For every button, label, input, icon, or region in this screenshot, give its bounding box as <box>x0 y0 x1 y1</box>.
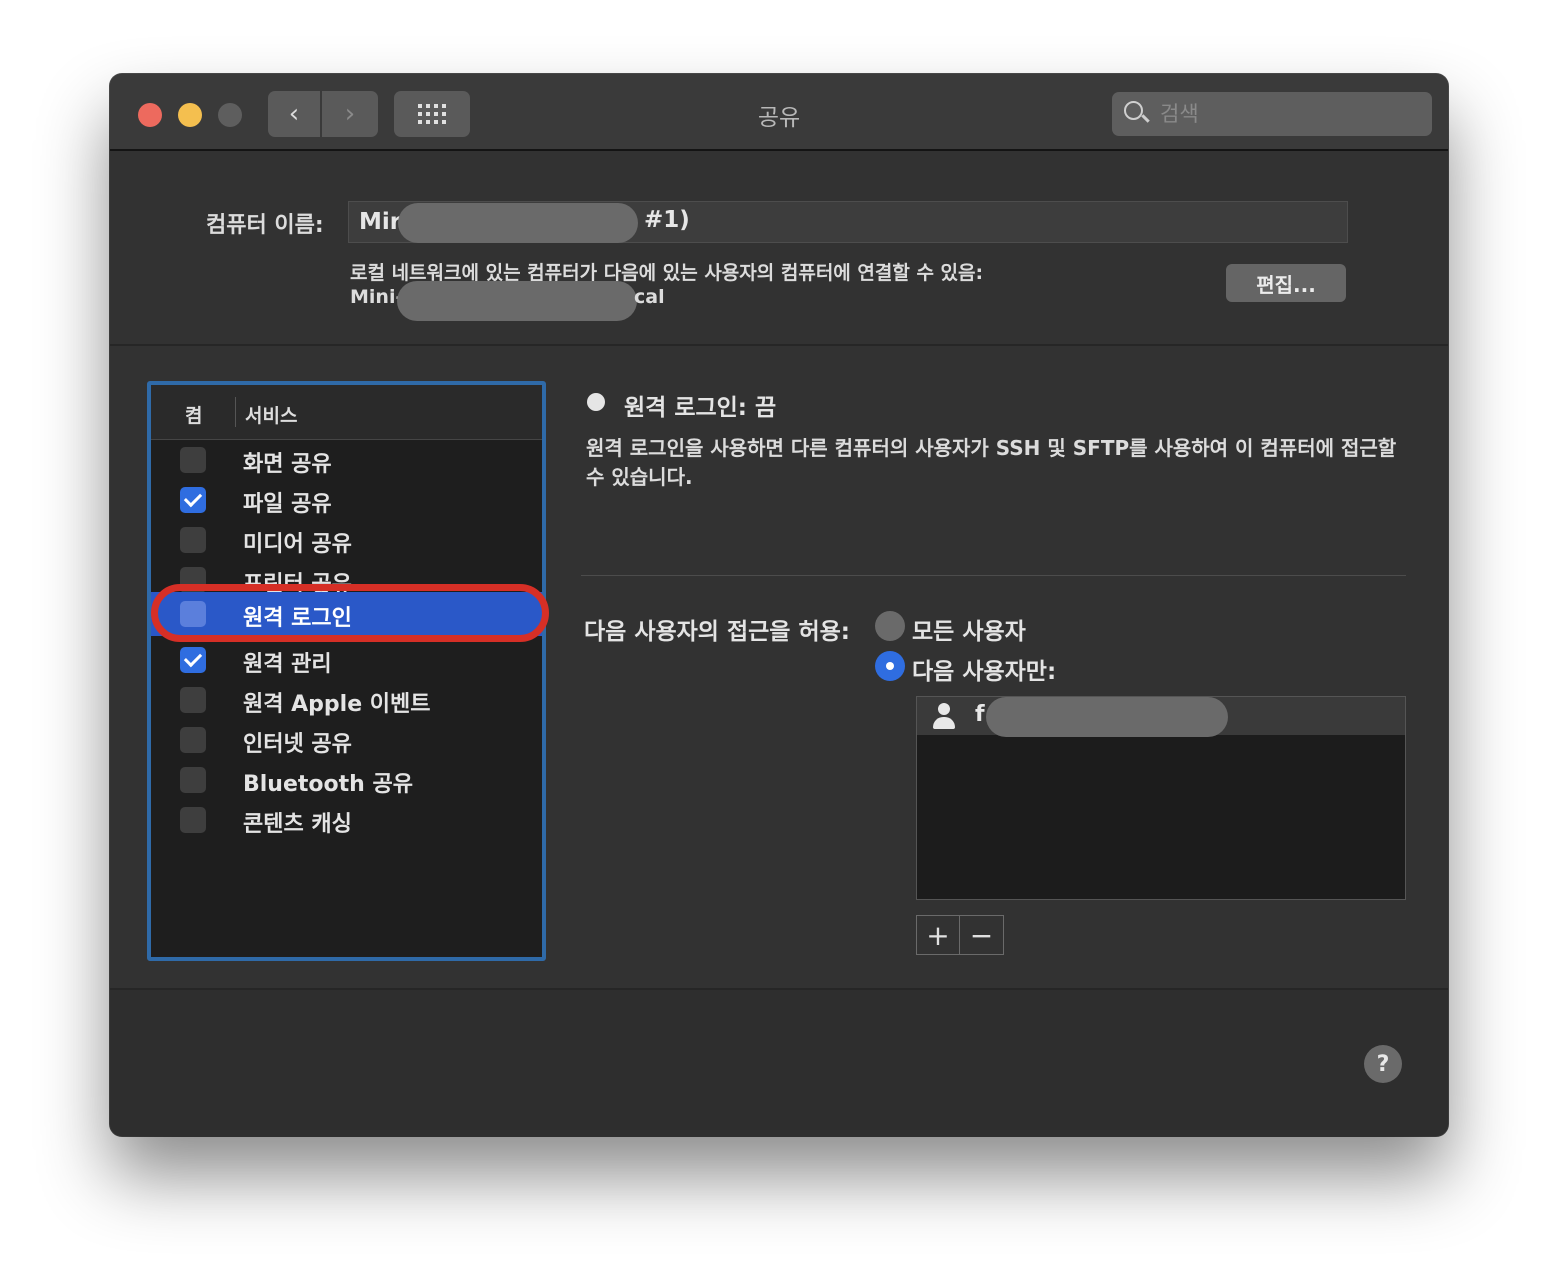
column-header-service[interactable]: 서비스 <box>245 401 297 428</box>
plus-icon: + <box>926 918 950 952</box>
column-header-on[interactable]: 켬 <box>185 401 202 428</box>
local-hostname-prefix: Mini- <box>350 286 404 308</box>
service-checkbox[interactable] <box>180 447 206 473</box>
divider <box>581 575 1406 576</box>
service-label: 원격 Apple 이벤트 <box>243 692 431 717</box>
service-checkbox[interactable] <box>180 807 206 833</box>
service-checkbox[interactable] <box>180 487 206 513</box>
service-label: 콘텐츠 캐싱 <box>243 812 352 837</box>
help-icon: ? <box>1376 1051 1390 1077</box>
service-row-bluetooth-sharing[interactable]: Bluetooth 공유 <box>151 760 542 800</box>
service-checkbox[interactable] <box>180 567 206 593</box>
minus-icon: − <box>969 918 994 952</box>
redaction-mask <box>986 697 1228 737</box>
service-row-file-sharing[interactable]: 파일 공유 <box>151 480 542 520</box>
service-label: 인터넷 공유 <box>243 732 352 757</box>
edit-button[interactable]: 편집... <box>1226 264 1346 302</box>
service-row-remote-login[interactable]: 원격 로그인 <box>151 592 542 636</box>
computer-name-label: 컴퓨터 이름: <box>206 213 324 238</box>
service-label: Bluetooth 공유 <box>243 772 413 797</box>
service-row-remote-apple-events[interactable]: 원격 Apple 이벤트 <box>151 680 542 720</box>
radio-only-these-users[interactable] <box>875 651 905 681</box>
search-icon <box>1122 99 1152 129</box>
computer-name-prefix: Mir <box>359 209 402 235</box>
user-name: f <box>975 702 985 727</box>
service-row-screen-sharing[interactable]: 화면 공유 <box>151 440 542 480</box>
radio-only-these-users-label[interactable]: 다음 사용자만: <box>912 652 1056 686</box>
service-checkbox[interactable] <box>180 727 206 753</box>
service-checkbox[interactable] <box>180 767 206 793</box>
service-label: 미디어 공유 <box>243 532 352 557</box>
service-row-content-caching[interactable]: 콘텐츠 캐싱 <box>151 800 542 840</box>
access-label: 다음 사용자의 접근을 허용: <box>584 619 850 645</box>
radio-all-users[interactable] <box>875 611 905 641</box>
search-field[interactable] <box>1112 92 1432 136</box>
search-input[interactable] <box>1158 101 1422 127</box>
remove-user-button[interactable]: − <box>960 915 1004 955</box>
service-label: 파일 공유 <box>243 492 332 517</box>
computer-name-suffix: #1) <box>644 207 690 233</box>
add-user-button[interactable]: + <box>916 915 960 955</box>
service-checkbox[interactable] <box>180 601 206 627</box>
service-checkbox[interactable] <box>180 687 206 713</box>
local-hostname-suffix: cal <box>634 286 665 308</box>
service-label: 원격 로그인 <box>243 606 352 631</box>
redaction-mask <box>398 203 638 243</box>
service-status: 원격 로그인: 끔 <box>624 395 777 421</box>
service-label: 화면 공유 <box>243 452 332 477</box>
column-divider <box>235 397 236 427</box>
service-checkbox[interactable] <box>180 647 206 673</box>
service-list[interactable]: 켬 서비스 화면 공유 파일 공유 미디어 공유 프린터 공유 원격 로그인 원… <box>147 381 546 961</box>
title-bar: ‹ › 공유 <box>110 74 1448 151</box>
service-description: 원격 로그인을 사용하면 다른 컴퓨터의 사용자가 SSH 및 SFTP를 사용… <box>586 436 1397 489</box>
user-icon <box>931 703 957 729</box>
divider <box>110 344 1448 346</box>
status-indicator-icon <box>587 393 605 411</box>
service-list-header: 켬 서비스 <box>151 385 542 440</box>
service-checkbox[interactable] <box>180 527 206 553</box>
service-row-media-sharing[interactable]: 미디어 공유 <box>151 520 542 560</box>
service-label: 원격 관리 <box>243 652 332 677</box>
service-row-remote-management[interactable]: 원격 관리 <box>151 640 542 680</box>
radio-all-users-label[interactable]: 모든 사용자 <box>912 612 1026 646</box>
sharing-window: ‹ › 공유 컴퓨터 이름: Mir #1) 로컬 네트워크에 있는 컴퓨터가 … <box>110 74 1448 1136</box>
footer <box>110 990 1448 1136</box>
help-button[interactable]: ? <box>1364 1045 1402 1083</box>
service-row-internet-sharing[interactable]: 인터넷 공유 <box>151 720 542 760</box>
redaction-mask <box>397 281 637 321</box>
